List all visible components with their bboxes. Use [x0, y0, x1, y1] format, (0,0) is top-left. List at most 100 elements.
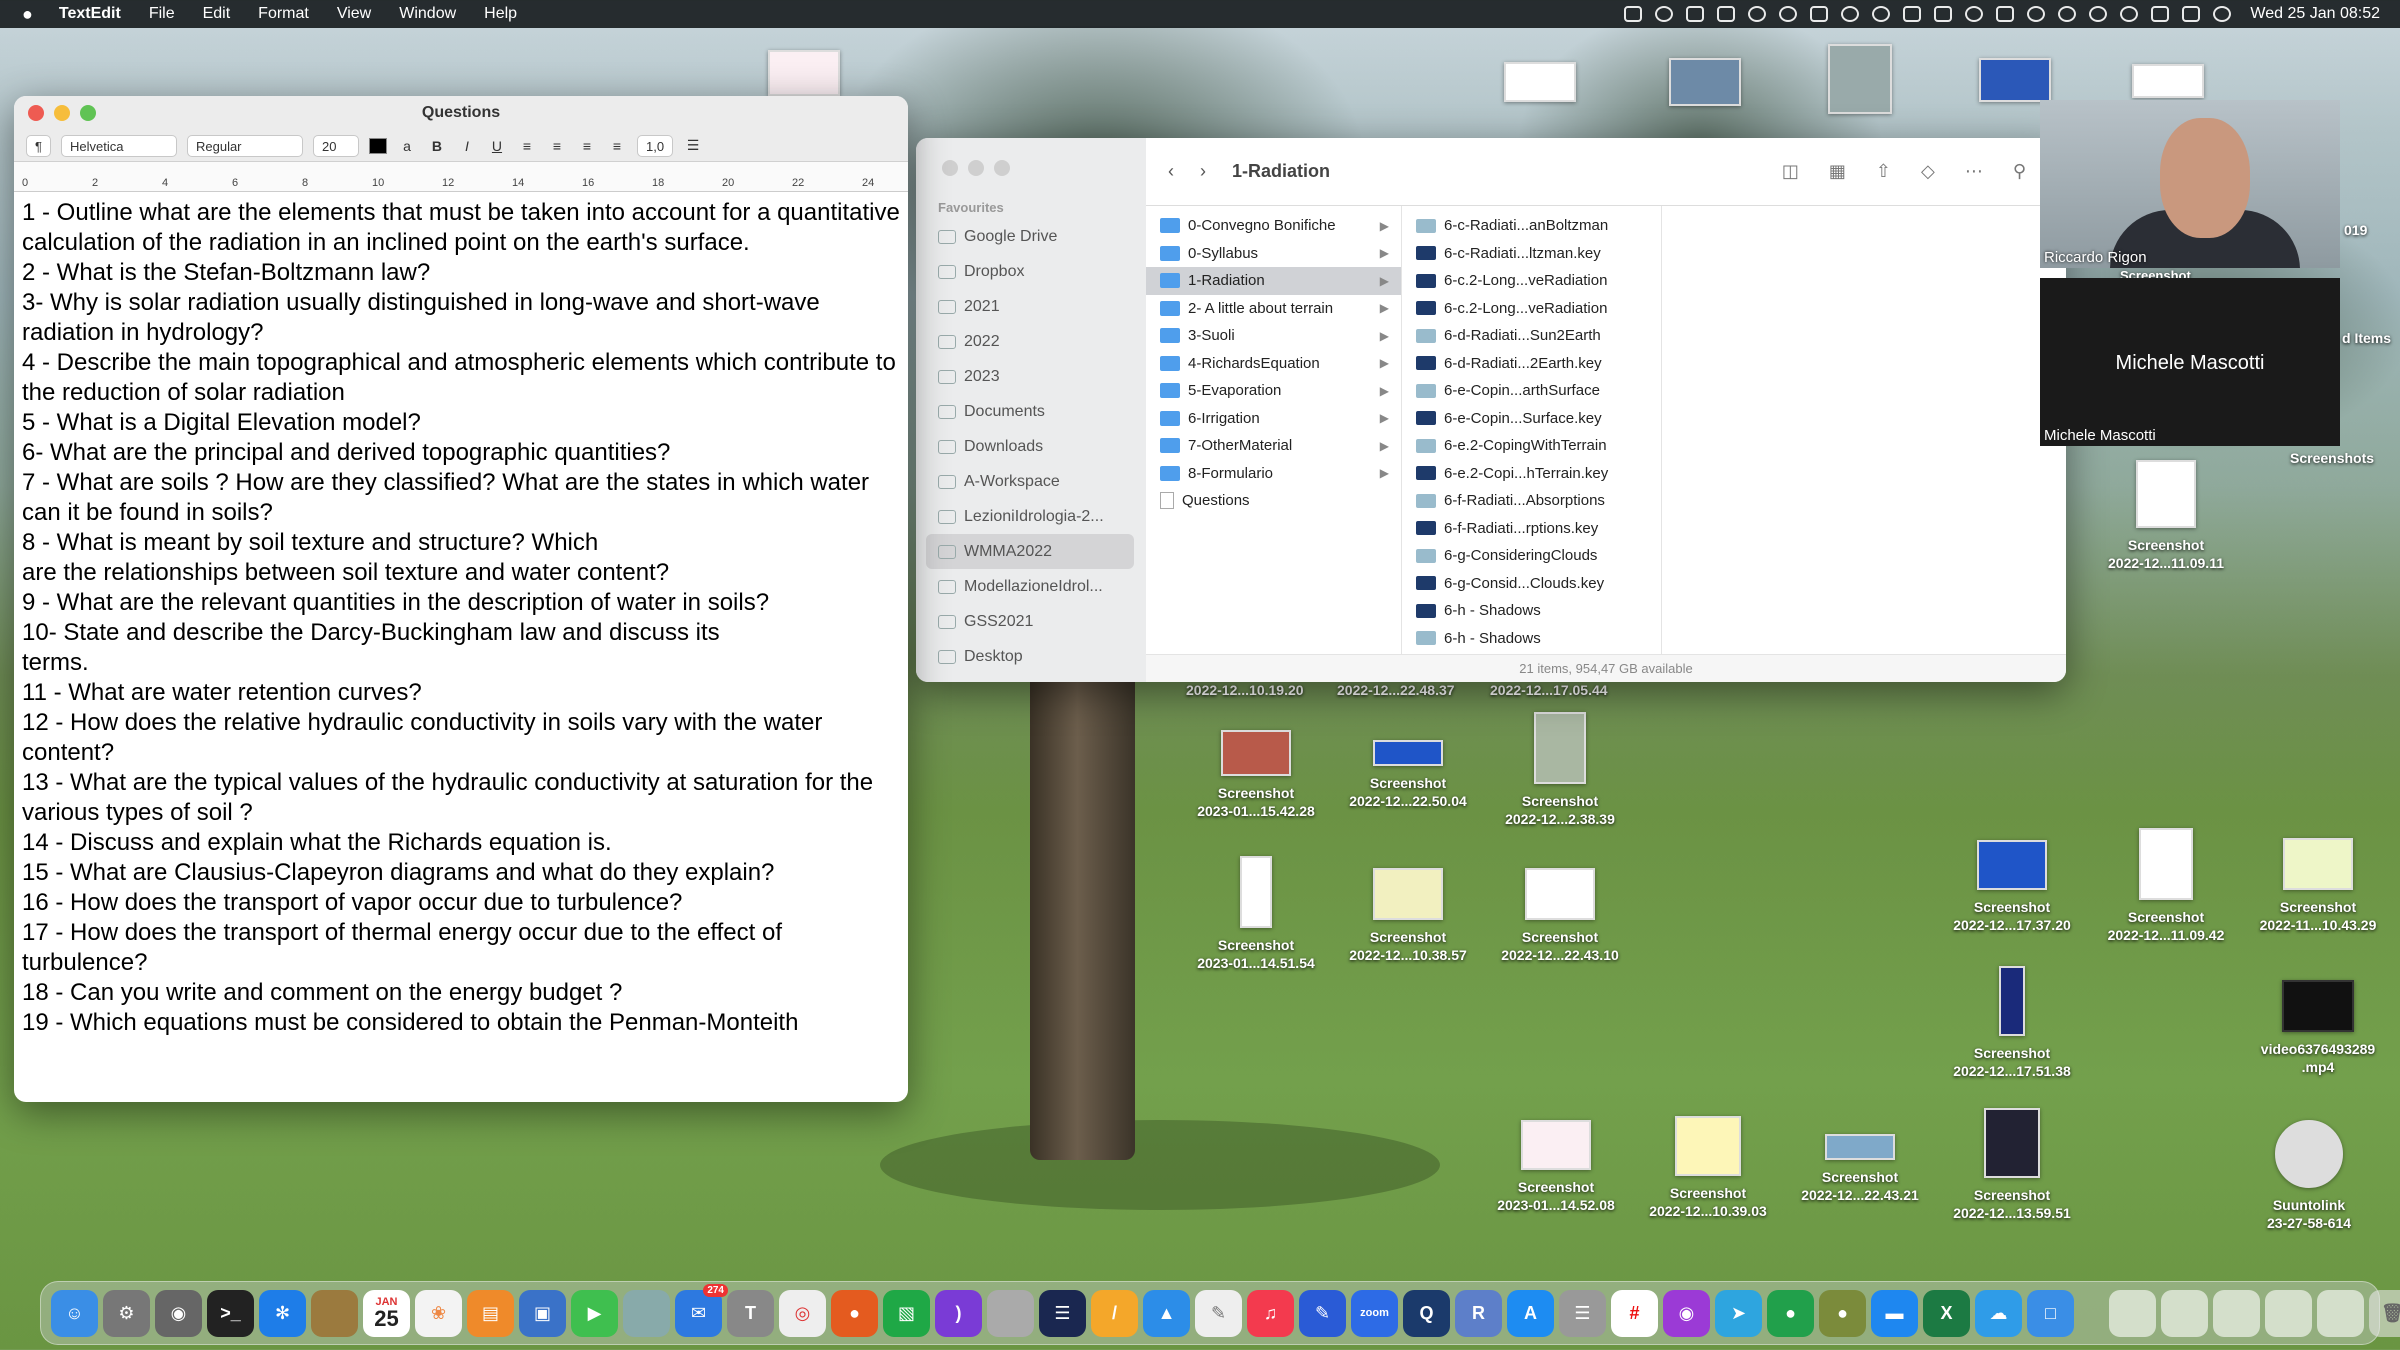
desktop-video-icon[interactable]: video6376493289 .mp4	[2234, 980, 2400, 1076]
desktop-file-icon[interactable]: Screenshot 2022-12...22.50.04	[1333, 740, 1483, 810]
battery-icon[interactable]	[2151, 6, 2170, 22]
desktop-file-icon[interactable]: Screenshot 2022-11...10.43.29	[2243, 838, 2393, 934]
airdrop-icon[interactable]	[1965, 6, 1984, 22]
volume-icon[interactable]	[1996, 6, 2015, 22]
facetime-dock-icon[interactable]: ▶	[571, 1289, 618, 1337]
r-dock-icon[interactable]: R	[1455, 1289, 1502, 1337]
list-item[interactable]: 6-g-Consid...Clouds.key	[1402, 570, 1661, 598]
sidebar-item-2022[interactable]: 2022	[916, 324, 1146, 359]
list-item[interactable]: 6-h - Shadows	[1402, 625, 1661, 653]
list-item[interactable]: 6-f-Radiati...rptions.key	[1402, 515, 1661, 543]
list-item[interactable]: 6-c-Radiati...ltzman.key	[1402, 240, 1661, 268]
align-left-icon[interactable]: ≡	[517, 138, 537, 154]
sidebar-item-modellazione[interactable]: ModellazioneIdrol...	[916, 569, 1146, 604]
menu-view[interactable]: View	[337, 5, 371, 23]
zoom-dock-icon[interactable]: zoom	[1351, 1289, 1398, 1337]
list-item[interactable]: 6-e-Copin...arthSurface	[1402, 377, 1661, 405]
telegram-icon[interactable]	[1779, 6, 1798, 22]
sidebar-item-a-workspace[interactable]: A-Workspace	[916, 464, 1146, 499]
screenshots-folder-label[interactable]: Screenshots	[2290, 450, 2374, 466]
suuntolink-icon[interactable]: Suuntolink 23-27-58-614	[2229, 1120, 2389, 1232]
app-dock-icon[interactable]: □	[2027, 1289, 2074, 1337]
desktop-file-icon[interactable]: Screenshot 2022-12...10.38.57	[1333, 868, 1483, 964]
desktop-file-icon[interactable]: Screenshot 2023-01...14.52.08	[1481, 1120, 1631, 1214]
list-item[interactable]: 6-f-Radiati...Absorptions	[1402, 487, 1661, 515]
underline-icon[interactable]: U	[487, 138, 507, 154]
recent-window-dock-icon[interactable]	[2265, 1289, 2312, 1337]
list-item[interactable]: 6-c.2-Long...veRadiation	[1402, 267, 1661, 295]
list-item[interactable]: 6-d-Radiati...2Earth.key	[1402, 350, 1661, 378]
podcast-app-dock-icon[interactable]: )	[935, 1289, 982, 1337]
desktop-file-icon[interactable]: Screenshot 2022-12...10.39.03	[1633, 1116, 1783, 1220]
bluetooth-icon[interactable]	[2027, 6, 2046, 22]
chrome-dock-icon[interactable]: ◎	[779, 1289, 826, 1337]
paragraph-style-select[interactable]: ¶	[26, 134, 51, 157]
group-icon[interactable]: ▦	[1829, 161, 1846, 182]
sidebar-item-desktop[interactable]: Desktop	[916, 639, 1146, 674]
mail-dock-icon[interactable]: ✉ 274	[675, 1283, 728, 1337]
line-spacing-select[interactable]: 1,0	[636, 134, 674, 157]
sidebar-item-gss2021[interactable]: GSS2021	[916, 604, 1146, 639]
zoom-icon[interactable]	[1872, 6, 1891, 22]
calendar-dock-icon[interactable]: JAN 25	[363, 1289, 410, 1337]
recent-window-dock-icon[interactable]	[2213, 1289, 2260, 1337]
video-tile-michele[interactable]: Michele Mascotti Michele Mascotti	[2040, 278, 2340, 446]
finder-dock-icon[interactable]: ☺	[51, 1289, 98, 1337]
desktop-file-icon[interactable]: Screenshot 2022-12...2.38.39	[1485, 712, 1635, 828]
messenger-dock-icon[interactable]: ▬	[1871, 1289, 1918, 1337]
video-tile-riccardo[interactable]: Riccardo Rigon	[2040, 100, 2340, 268]
desktop-file-icon[interactable]: Screenshot 2022-12...17.51.38	[1937, 966, 2087, 1080]
list-item[interactable]: 6-h - Shadows	[1402, 597, 1661, 625]
desktop-thumb-top-3[interactable]	[1800, 44, 1920, 122]
text-color-swatch[interactable]	[368, 137, 387, 154]
list-item[interactable]: 8-Formulario ▶	[1146, 460, 1401, 488]
menu-edit[interactable]: Edit	[203, 5, 231, 23]
highlight-color-icon[interactable]: a	[397, 138, 417, 154]
safari-dock-icon[interactable]: ✻	[259, 1289, 306, 1337]
system-preferences-dock-icon[interactable]: ⚙	[103, 1289, 150, 1337]
zoom-button[interactable]	[994, 160, 1010, 176]
sidebar-item-google-drive[interactable]: Google Drive	[916, 219, 1146, 254]
clock[interactable]: Wed 25 Jan 08:52	[2250, 5, 2380, 23]
cloud-icon[interactable]	[1686, 6, 1705, 22]
desktop-file-icon[interactable]: Screenshot 2022-12...22.43.10	[1485, 868, 1635, 964]
disk-utility-dock-icon[interactable]: ☰	[1559, 1289, 1606, 1337]
justify-icon[interactable]: ≡	[607, 138, 627, 154]
menu-help[interactable]: Help	[484, 5, 517, 23]
recent-window-dock-icon[interactable]	[2161, 1289, 2208, 1337]
menu-file[interactable]: File	[149, 5, 175, 23]
wifi-icon[interactable]	[2058, 6, 2077, 22]
sidebar-item-2023[interactable]: 2023	[916, 359, 1146, 394]
document-text-area[interactable]: 1 - Outline what are the elements that m…	[14, 192, 908, 1044]
list-item[interactable]: Questions	[1146, 487, 1401, 515]
list-item[interactable]: 6-c.2-Long...veRadiation	[1402, 295, 1661, 323]
notes-dock-icon[interactable]	[311, 1289, 358, 1337]
minimize-button[interactable]	[968, 160, 984, 176]
close-button[interactable]	[942, 160, 958, 176]
menu-format[interactable]: Format	[258, 5, 309, 23]
numbers-dock-icon[interactable]: ▧	[883, 1289, 930, 1337]
app-dock-icon[interactable]: ☰	[1039, 1289, 1086, 1337]
siri-icon[interactable]	[2213, 6, 2232, 22]
pages-dock-icon[interactable]: /	[1091, 1289, 1138, 1337]
screenshot-dock-icon[interactable]: ◉	[155, 1289, 202, 1337]
font-size-select[interactable]: 20	[312, 134, 359, 157]
terminal-dock-icon[interactable]: >_	[207, 1289, 254, 1337]
textedit-titlebar[interactable]: Questions	[14, 96, 908, 130]
search-icon[interactable]: ⚲	[2013, 161, 2026, 182]
sidebar-item-wmma2022[interactable]: WMMA2022	[926, 534, 1134, 569]
trash-status-icon[interactable]	[1903, 6, 1922, 22]
list-item-selected[interactable]: 1-Radiation ▶	[1146, 267, 1401, 295]
app-dock-icon[interactable]	[623, 1289, 670, 1337]
control-center-icon[interactable]	[2182, 6, 2201, 22]
pencil-app-dock-icon[interactable]: ✎	[1299, 1289, 1346, 1337]
textedit-dock-icon[interactable]: ✎	[1195, 1289, 1242, 1337]
recent-window-dock-icon[interactable]	[2109, 1289, 2156, 1337]
list-item[interactable]: 6-e-Copin...Surface.key	[1402, 405, 1661, 433]
app-dock-icon[interactable]	[987, 1289, 1034, 1337]
list-item[interactable]: 0-Syllabus ▶	[1146, 240, 1401, 268]
forward-icon[interactable]: ›	[1200, 161, 1206, 182]
excel-dock-icon[interactable]: X	[1923, 1289, 1970, 1337]
font-family-select[interactable]: Helvetica	[60, 134, 177, 157]
list-item[interactable]: 6-e.2-Copi...hTerrain.key	[1402, 460, 1661, 488]
